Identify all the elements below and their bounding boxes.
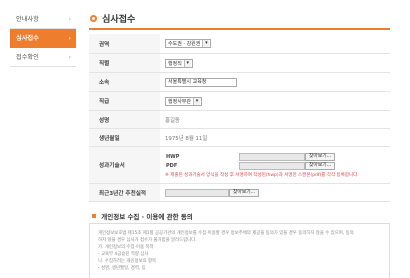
chevron-down-icon: ▾ [193,97,201,105]
consent-line: - 성명, 생년월일, 경력, 등 [98,266,146,271]
region-select-value: 수도권 · 강원권 [168,41,201,47]
recommend-file-field[interactable] [165,188,229,197]
position-select[interactable]: 행정직 ▾ [165,58,193,68]
position-label: 직렬 [89,54,160,72]
title-bullet-icon [90,15,97,22]
region-label: 권역 [89,34,160,53]
sidebar-item-submission[interactable]: 심사접수 › [10,29,76,48]
hwp-file-field[interactable] [239,152,305,161]
name-label: 성명 [89,111,160,128]
consent-line: 가. 개인정보의 수집·이용 목적 [98,245,154,250]
name-value: 홍길동 [165,117,180,124]
affiliation-input[interactable]: 서울특별시 교육청 [165,77,237,87]
sidebar-item-label: 심사접수 [16,35,39,42]
form-row-grade: 직급 행정사무관 ▾ [89,92,390,111]
consent-title: 개인정보 수집 · 이용에 관한 동의 [101,213,193,221]
sidebar-item-confirm[interactable]: 접수확인 › [10,48,76,67]
form-row-name: 성명 홍길동 [89,111,390,129]
sidebar-item-label: 접수확인 [16,54,39,61]
grade-select-value: 행정사무관 [168,98,192,105]
form-row-region: 권역 수도권 · 강원권 ▾ [89,34,390,54]
form-row-affiliation: 소속 서울특별시 교육청 [89,73,390,92]
page-title-text: 심사접수 [102,15,136,25]
consent-heading: 개인정보 수집 · 이용에 관한 동의 [92,211,193,221]
form-row-birth: 생년월일 1975년 8월 11일 [89,129,390,147]
consent-line: 나. 수집하려는 개인정보의 항목 [98,259,157,264]
consent-line: - 교육부 4급승진 역량 심사 [98,252,149,257]
chevron-right-icon: › [68,16,71,23]
sidebar-item-guide[interactable]: 안내사항 › [10,10,76,29]
square-bullet-icon [92,214,96,218]
page-title: 심사접수 [90,12,135,25]
hwp-label: HWP [166,153,180,160]
pdf-label: PDF [166,162,178,169]
merit-note: ※ 제출된 성과기술서 양식을 작성 후 서명하여 작성된(hwp)과 서명한 … [165,173,359,178]
sidebar: 안내사항 › 심사접수 › 접수확인 › [10,10,76,67]
affiliation-label: 소속 [89,73,160,91]
consent-box[interactable]: 개인정보보호법 제15조 제1항 공공기관의 개인정보를 수집·이용할 경우 정… [89,223,390,278]
form-row-merit: 성과기술서 HWP 찾아보기... PDF 찾아보기... ※ 제출된 성과기술… [89,147,390,184]
pdf-browse-button[interactable]: 찾아보기... [305,161,336,170]
form-row-position: 직렬 행정직 ▾ [89,54,390,73]
recommend-label: 최근3년간 추천실적 [89,184,160,201]
chevron-down-icon: ▾ [183,59,191,67]
birth-label: 생년월일 [89,129,160,146]
chevron-right-icon: › [68,35,71,42]
form-row-recommend: 최근3년간 추천실적 찾아보기... [89,184,390,202]
sidebar-item-label: 안내사항 [16,16,39,23]
birth-value: 1975년 8월 11일 [165,135,208,142]
chevron-right-icon: › [68,54,71,61]
hwp-upload-row: HWP 찾아보기... [165,152,336,161]
hwp-browse-button[interactable]: 찾아보기... [305,152,336,161]
chevron-down-icon: ▾ [202,40,210,47]
grade-select[interactable]: 행정사무관 ▾ [165,96,203,106]
recommend-browse-button[interactable]: 찾아보기... [229,188,260,197]
title-divider [89,28,390,30]
pdf-file-field[interactable] [239,161,305,170]
grade-label: 직급 [89,92,160,110]
consent-line: 하지 않을 경우 심사가 접수가 불가함을 알려드립니다. [98,238,197,243]
consent-line: 개인정보보호법 제15조 제1항 공공기관의 개인정보를 수집·이용할 경우 정… [98,231,354,236]
pdf-upload-row: PDF 찾아보기... [165,161,336,170]
position-select-value: 행정직 [168,60,182,67]
merit-label: 성과기술서 [89,147,160,183]
submission-form: 권역 수도권 · 강원권 ▾ 직렬 행정직 ▾ 소속 서울특별시 교육청 직급 … [89,34,390,202]
region-select[interactable]: 수도권 · 강원권 ▾ [165,39,212,48]
